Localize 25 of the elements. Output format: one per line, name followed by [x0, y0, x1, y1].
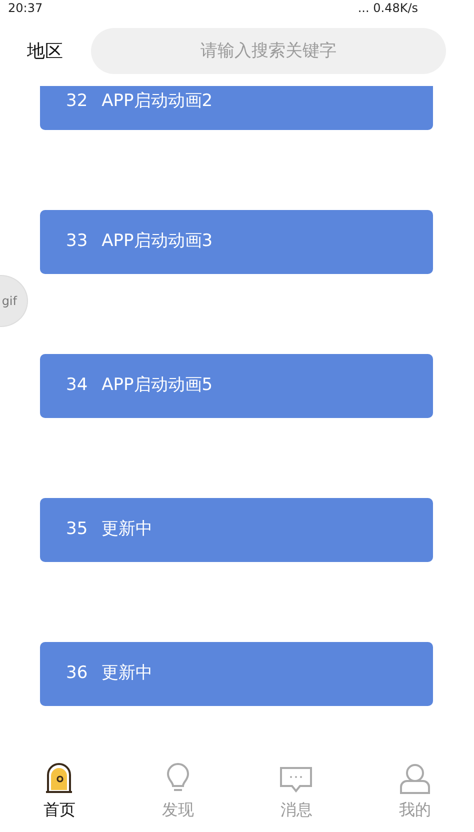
status-time: 20:37: [8, 1, 43, 16]
item-number: 35: [66, 518, 88, 542]
list-card[interactable]: 33 APP启动动画3: [40, 210, 433, 274]
list-card[interactable]: 32 APP启动动画2: [40, 86, 433, 130]
list-card[interactable]: 34 APP启动动画5: [40, 354, 433, 418]
item-title: APP启动动画3: [102, 230, 213, 254]
list-card[interactable]: 36 更新中: [40, 642, 433, 706]
item-number: 32: [66, 90, 88, 112]
tab-button[interactable]: 消息: [237, 752, 356, 832]
item-title: APP启动动画5: [102, 374, 213, 398]
tab-button[interactable]: 我的: [356, 752, 474, 832]
item-number: 33: [66, 230, 88, 254]
list-card[interactable]: 35 更新中: [40, 498, 433, 562]
tab-button[interactable]: 发现: [118, 752, 237, 832]
person-icon: [398, 762, 432, 796]
item-title: 更新中: [102, 518, 153, 542]
item-title: 更新中: [102, 662, 153, 686]
item-number: 34: [66, 374, 88, 398]
item-title: APP启动动画2: [102, 90, 213, 112]
region-button[interactable]: 地区: [27, 38, 63, 64]
item-number: 36: [66, 662, 88, 686]
gif-badge[interactable]: gif: [0, 275, 28, 327]
search-field[interactable]: 请输入搜索关键字: [91, 28, 446, 74]
tab-button[interactable]: 首页: [0, 752, 118, 832]
network-speed: ... 0.48K/s: [358, 1, 418, 16]
